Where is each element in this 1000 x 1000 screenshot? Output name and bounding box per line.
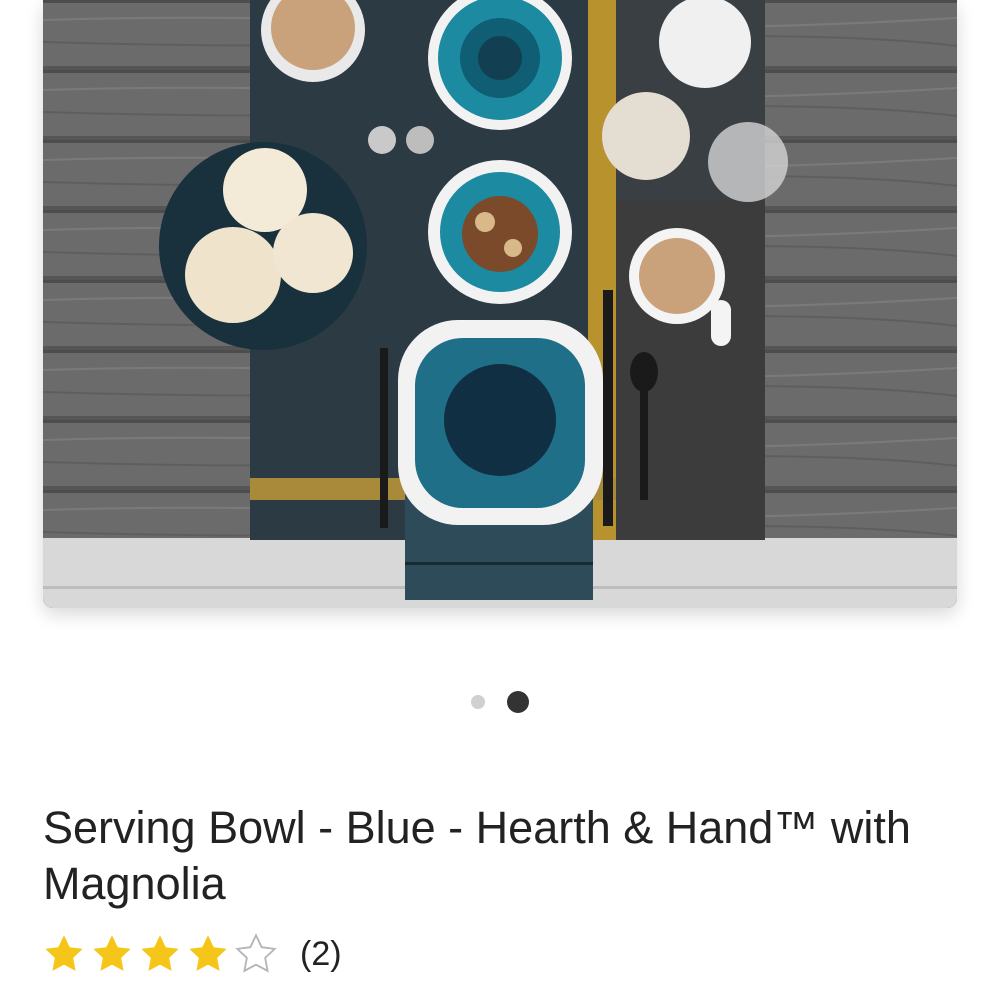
star-icon — [138, 932, 182, 976]
product-page: Serving Bowl - Blue - Hearth & Hand™ wit… — [0, 0, 1000, 1000]
product-title: Serving Bowl - Blue - Hearth & Hand™ wit… — [43, 802, 911, 909]
product-rating[interactable]: (2) — [42, 930, 342, 978]
carousel-dot-1[interactable] — [471, 695, 485, 709]
star-outline-icon — [234, 932, 278, 976]
product-photo — [43, 0, 957, 608]
product-image-carousel[interactable] — [43, 0, 957, 608]
carousel-dot-2-active[interactable] — [507, 691, 529, 713]
review-count[interactable]: (2) — [300, 935, 342, 974]
star-icon — [42, 932, 86, 976]
star-icon — [186, 932, 230, 976]
star-icon — [90, 932, 134, 976]
carousel-pager — [0, 690, 1000, 714]
